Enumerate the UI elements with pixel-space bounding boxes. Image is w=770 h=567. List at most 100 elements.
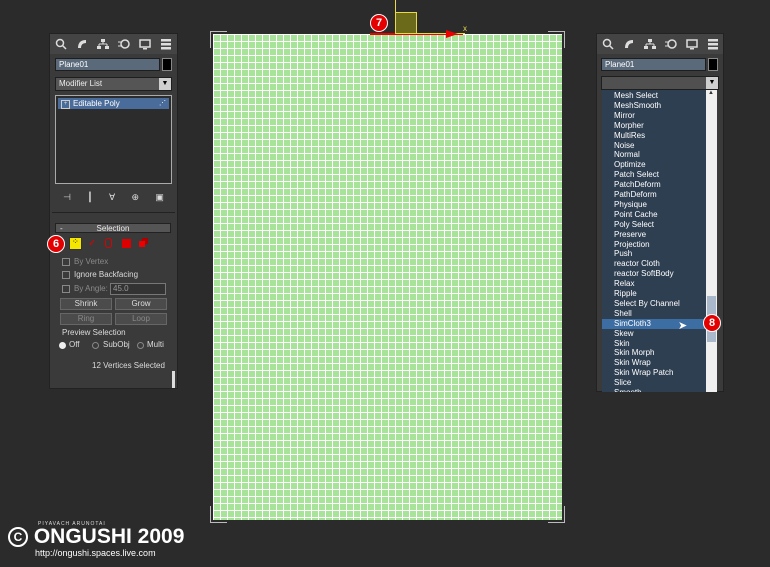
modify-icon[interactable] — [75, 37, 89, 51]
by-angle-label: By Angle: — [74, 284, 108, 293]
make-unique-icon[interactable]: ∀ — [109, 192, 115, 203]
scroll-up-arrow[interactable]: ▲ — [708, 90, 714, 96]
gizmo-x-arrow — [446, 30, 458, 38]
modifier-item[interactable]: Select By Channel — [602, 299, 706, 309]
modifier-item[interactable]: Skew — [602, 329, 706, 339]
chevron-down-icon[interactable]: ▼ — [159, 78, 171, 90]
selection-status: 12 Vertices Selected — [92, 361, 165, 370]
left-command-panel: Plane01 Modifier List ▼ + Editable Poly … — [49, 33, 178, 389]
element-mode-icon[interactable] — [139, 238, 148, 247]
modifier-item[interactable]: Ripple — [602, 289, 706, 299]
gizmo-x-label: x — [463, 24, 467, 33]
modifier-list-dropdown-open[interactable]: ▼ — [601, 76, 719, 90]
preview-subobj-label: SubObj — [103, 340, 130, 349]
modifier-item[interactable]: MeshSmooth — [602, 101, 706, 111]
modifier-item[interactable]: reactor SoftBody — [602, 269, 706, 279]
modifier-item[interactable]: Shell — [602, 309, 706, 319]
modifier-item[interactable]: Relax — [602, 279, 706, 289]
by-vertex-checkbox[interactable] — [62, 258, 70, 266]
pin-stack-icon[interactable]: ⊣ — [63, 192, 71, 203]
ignore-backfacing-checkbox[interactable] — [62, 271, 70, 279]
ring-button[interactable]: Ring — [60, 313, 112, 325]
motion-icon[interactable] — [117, 37, 131, 51]
show-end-result-icon[interactable]: ┃ — [87, 192, 92, 203]
modifier-list-dropdown[interactable]: Modifier List ▼ — [55, 77, 172, 91]
modifier-item[interactable]: Point Cache — [602, 210, 706, 220]
transform-gizmo-plane[interactable] — [395, 12, 417, 34]
modifier-stack[interactable]: + Editable Poly ⋰ — [55, 95, 172, 184]
modifier-list-scrollbar[interactable]: ▲ — [706, 90, 717, 392]
subobject-dots-icon: ⋰ — [159, 100, 166, 107]
modifier-item[interactable]: Skin Morph — [602, 348, 706, 358]
modifier-item[interactable]: Projection — [602, 240, 706, 250]
vertex-dots-icon: ⁘ — [72, 237, 79, 246]
expand-icon[interactable]: + — [61, 100, 70, 109]
angle-spinner[interactable]: 45.0 — [110, 283, 166, 295]
command-panel-tabs — [50, 34, 177, 54]
modifier-item[interactable]: Patch Select — [602, 170, 706, 180]
modifier-item[interactable]: MultiRes — [602, 131, 706, 141]
grow-button[interactable]: Grow — [115, 298, 167, 310]
modifier-item[interactable]: Push — [602, 249, 706, 259]
by-angle-checkbox[interactable] — [62, 285, 70, 293]
modifier-item[interactable]: PathDeform — [602, 190, 706, 200]
modifier-item[interactable]: reactor Cloth — [602, 259, 706, 269]
display-icon[interactable] — [138, 37, 152, 51]
mouse-cursor-icon: ➤ — [678, 320, 688, 332]
cloth-plane-mesh[interactable] — [213, 34, 562, 520]
preview-off-radio[interactable] — [59, 342, 66, 349]
preview-multi-radio[interactable] — [137, 342, 144, 349]
modifier-item[interactable]: PatchDeform — [602, 180, 706, 190]
modifier-item[interactable]: Skin Wrap — [602, 358, 706, 368]
stack-item-editable-poly[interactable]: + Editable Poly ⋰ — [58, 98, 169, 109]
modifier-item[interactable]: Mirror — [602, 111, 706, 121]
vertex-mode-button[interactable]: ⁘ — [69, 237, 82, 250]
object-color-swatch[interactable] — [162, 58, 172, 71]
border-mode-icon[interactable] — [105, 238, 112, 248]
motion-icon[interactable] — [664, 37, 678, 51]
modify-icon[interactable] — [622, 37, 636, 51]
modifier-item[interactable]: Normal — [602, 150, 706, 160]
selection-rollout-header[interactable]: - Selection — [55, 223, 171, 233]
shrink-button[interactable]: Shrink — [60, 298, 112, 310]
modifier-item[interactable]: Skin — [602, 339, 706, 349]
loop-button[interactable]: Loop — [115, 313, 167, 325]
object-name-field[interactable]: Plane01 — [601, 58, 706, 71]
rollout-collapse-icon: - — [60, 224, 63, 233]
left-panel-scrollbar[interactable] — [172, 371, 175, 388]
hierarchy-icon[interactable] — [643, 37, 657, 51]
remove-modifier-icon[interactable]: ⊕ — [131, 192, 139, 203]
stack-tools: ⊣ ┃ ∀ ⊕ ▣ — [55, 190, 172, 204]
copyright-icon: C — [8, 527, 28, 548]
modifier-item[interactable]: Smooth — [602, 388, 706, 392]
modifier-item[interactable]: Optimize — [602, 160, 706, 170]
modifier-item-selected[interactable]: SimCloth3 — [602, 318, 706, 329]
modifier-item[interactable]: Preserve — [602, 230, 706, 240]
stack-item-label: Editable Poly — [73, 99, 120, 108]
step-6-badge: 6 — [47, 235, 65, 253]
utilities-icon[interactable] — [159, 37, 173, 51]
chevron-down-icon[interactable]: ▼ — [706, 77, 718, 89]
object-name-field[interactable]: Plane01 — [55, 58, 160, 71]
modifier-item[interactable]: Morpher — [602, 121, 706, 131]
hierarchy-icon[interactable] — [96, 37, 110, 51]
modifier-item[interactable]: Skin Wrap Patch — [602, 368, 706, 378]
modifier-item[interactable]: Noise — [602, 141, 706, 151]
display-icon[interactable] — [685, 37, 699, 51]
create-icon[interactable] — [601, 37, 615, 51]
edge-mode-icon[interactable]: ✓ — [88, 238, 96, 249]
object-color-swatch[interactable] — [708, 58, 718, 71]
stack-divider — [52, 212, 175, 213]
modifier-item[interactable]: Physique — [602, 200, 706, 210]
configure-modifier-sets-icon[interactable]: ▣ — [155, 192, 164, 203]
modifier-list-popup[interactable]: Mesh Select MeshSmooth Mirror Morpher MultiR… — [602, 90, 706, 392]
create-icon[interactable] — [54, 37, 68, 51]
modifier-item[interactable]: Slice — [602, 378, 706, 388]
step-7-badge: 7 — [370, 14, 388, 32]
preview-subobj-radio[interactable] — [92, 342, 99, 349]
polygon-mode-icon[interactable] — [122, 239, 131, 248]
modifier-item[interactable]: Poly Select — [602, 220, 706, 230]
preview-selection-label: Preview Selection — [62, 328, 126, 337]
modifier-item[interactable]: Mesh Select — [602, 91, 706, 101]
utilities-icon[interactable] — [706, 37, 720, 51]
